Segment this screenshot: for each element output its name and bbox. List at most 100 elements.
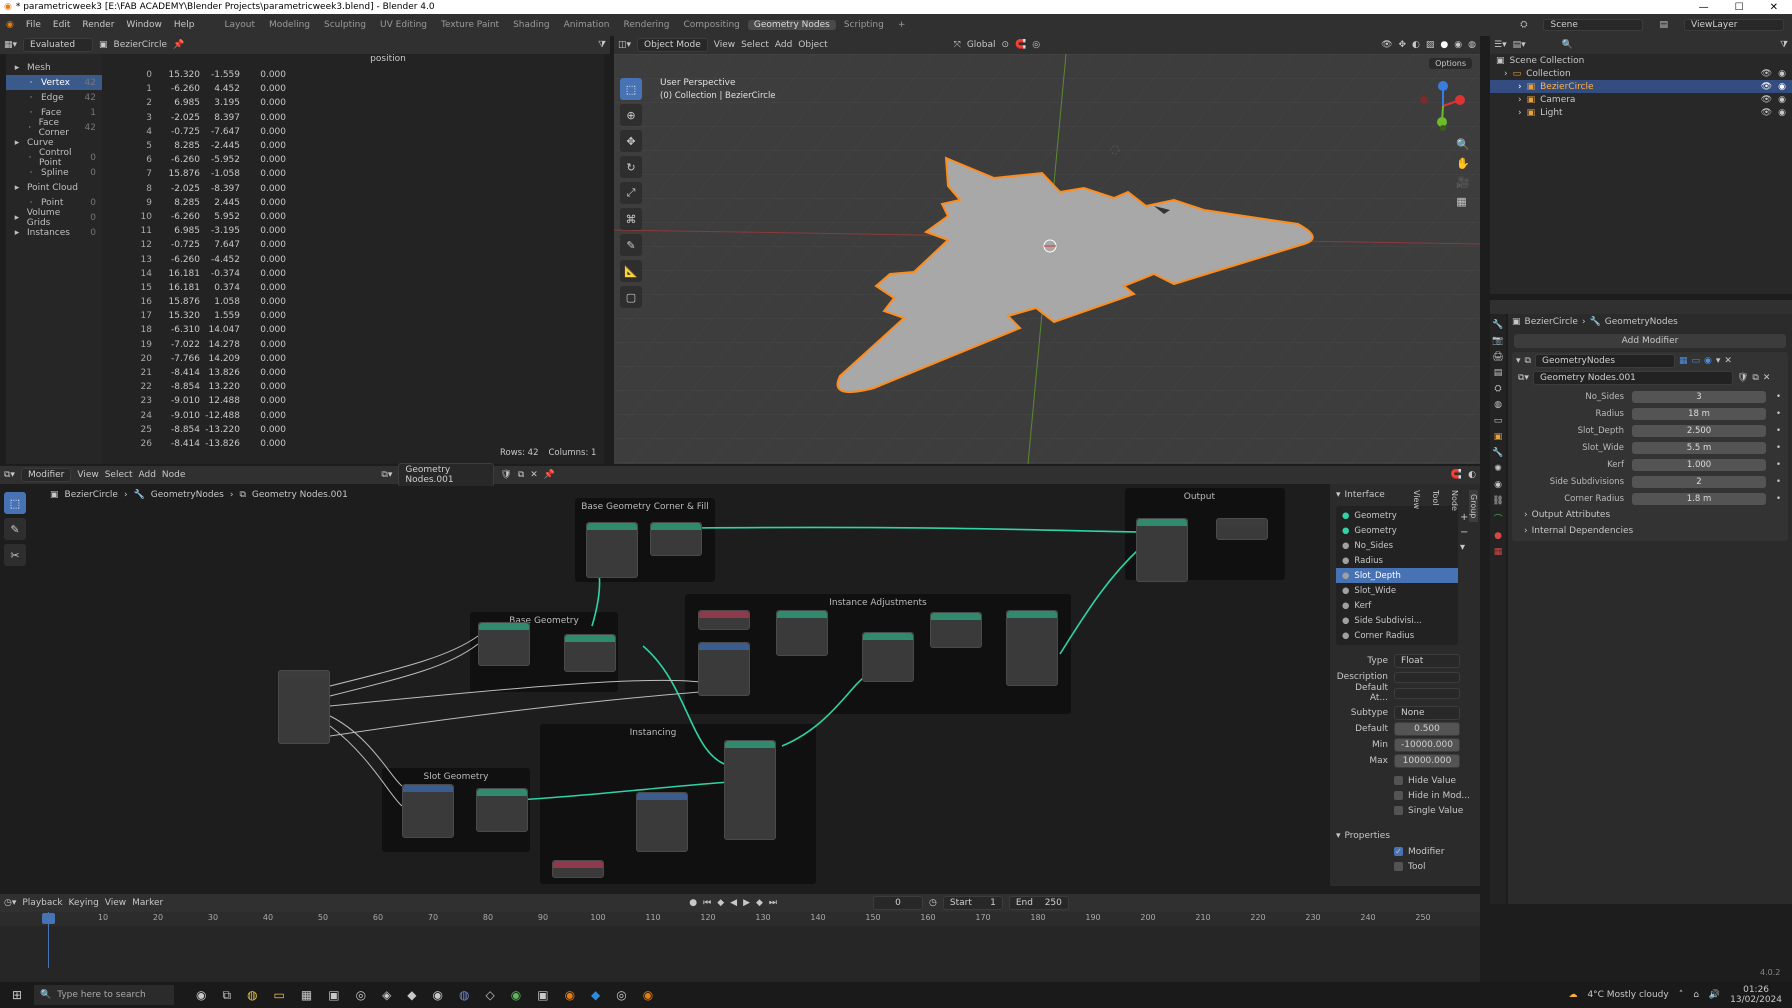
internal-dependencies-panel[interactable]: › Internal Dependencies bbox=[1514, 523, 1786, 539]
add-modifier-button[interactable]: Add Modifier bbox=[1514, 334, 1786, 348]
timeline-menu-view[interactable]: View bbox=[105, 898, 126, 908]
duplicate-icon[interactable]: ⧉ bbox=[518, 470, 524, 480]
node-vector-add[interactable] bbox=[698, 642, 750, 696]
minimize-icon[interactable]: — bbox=[1699, 2, 1709, 13]
checkbox-icon[interactable] bbox=[1394, 862, 1403, 871]
scene-tab-icon[interactable]: ⛭ bbox=[1494, 384, 1501, 394]
option-checkbox-row[interactable]: Single Value bbox=[1394, 803, 1474, 818]
shading-solid-icon[interactable]: ● bbox=[1440, 40, 1448, 50]
interface-socket-item[interactable]: ● Geometry bbox=[1336, 523, 1458, 538]
annotate-tool-icon[interactable]: ✎ bbox=[4, 518, 26, 540]
timeline-menu-playback[interactable]: Playback bbox=[22, 898, 62, 908]
timeline-menu-keying[interactable]: Keying bbox=[69, 898, 99, 908]
sidebar-tab-tool[interactable]: Tool bbox=[1431, 490, 1440, 522]
socket-type-dropdown[interactable]: Float bbox=[1394, 654, 1460, 668]
sidebar-tab-view[interactable]: View bbox=[1412, 490, 1421, 522]
add-cube-tool-icon[interactable]: ▢ bbox=[620, 286, 642, 308]
remove-socket-icon[interactable]: − bbox=[1460, 527, 1468, 538]
close-icon[interactable]: ✕ bbox=[1770, 2, 1778, 13]
modifier-input-field[interactable]: 1.000 bbox=[1632, 458, 1766, 471]
current-frame-field[interactable]: 0 bbox=[873, 896, 924, 910]
evaluation-mode-dropdown[interactable]: Evaluated bbox=[23, 38, 94, 52]
interface-socket-item[interactable]: ● Kerf bbox=[1336, 598, 1458, 613]
menu-render[interactable]: Render bbox=[76, 20, 120, 30]
xbox-icon[interactable]: ◉ bbox=[511, 988, 521, 1002]
interface-socket-item[interactable]: ● Radius bbox=[1336, 553, 1458, 568]
geometry-nodes-type-dropdown[interactable]: Modifier bbox=[20, 468, 72, 482]
tool-tab-icon[interactable]: 🔧 bbox=[1492, 320, 1503, 330]
modifier-menu-icon[interactable]: ▾ bbox=[1716, 356, 1721, 366]
play-icon[interactable]: ▶ bbox=[743, 898, 750, 908]
scene-selector[interactable]: Scene bbox=[1543, 19, 1644, 31]
menu-edit[interactable]: Edit bbox=[47, 20, 76, 30]
measure-tool-icon[interactable]: 📐 bbox=[620, 260, 642, 282]
node-mesh-boolean[interactable] bbox=[1136, 518, 1188, 582]
node-menu-select[interactable]: Select bbox=[105, 470, 133, 480]
steam-icon[interactable]: ◎ bbox=[356, 988, 366, 1002]
proportional-edit-icon[interactable]: ◎ bbox=[1032, 40, 1040, 50]
view-layer-tab-icon[interactable]: ▤ bbox=[1494, 368, 1503, 378]
viewport-menu-select[interactable]: Select bbox=[741, 40, 769, 50]
tab-compositing[interactable]: Compositing bbox=[677, 20, 745, 30]
tab-uv-editing[interactable]: UV Editing bbox=[374, 20, 433, 30]
network-icon[interactable]: ⌂ bbox=[1693, 990, 1699, 1000]
max-value-field[interactable]: 10000.000 bbox=[1394, 754, 1460, 768]
node-menu-add[interactable]: Add bbox=[138, 470, 155, 480]
tab-scripting[interactable]: Scripting bbox=[838, 20, 890, 30]
end-frame-field[interactable]: End 250 bbox=[1008, 896, 1069, 910]
tab-geometry-nodes[interactable]: Geometry Nodes bbox=[747, 20, 836, 30]
display-mode-icon[interactable]: ▤▾ bbox=[1513, 40, 1526, 50]
modifier-name-field[interactable]: GeometryNodes bbox=[1534, 354, 1675, 368]
default-attribute-field[interactable] bbox=[1394, 687, 1460, 699]
overlay-icon[interactable]: ◐ bbox=[1412, 40, 1420, 50]
outliner-item[interactable]: › ▣ Camera 👁 ◉ bbox=[1490, 93, 1792, 106]
rotate-tool-icon[interactable]: ↻ bbox=[620, 156, 642, 178]
pin-icon[interactable]: 📌 bbox=[173, 40, 184, 50]
navigation-gizmo[interactable] bbox=[1418, 78, 1468, 134]
editor-type-icon[interactable]: ▦▾ bbox=[4, 40, 17, 50]
app-icon[interactable]: ◉ bbox=[433, 988, 443, 1002]
editor-type-icon[interactable]: ⧉▾ bbox=[4, 470, 15, 480]
overlay-icon[interactable]: ◐ bbox=[1468, 470, 1476, 480]
edit-mode-toggle-icon[interactable]: ▦ bbox=[1679, 356, 1688, 366]
chrome-icon[interactable]: ◍ bbox=[247, 988, 257, 1002]
xray-icon[interactable]: ▨ bbox=[1426, 40, 1435, 50]
object-tab-icon[interactable]: ▣ bbox=[1494, 432, 1503, 442]
move-tool-icon[interactable]: ✥ bbox=[620, 130, 642, 152]
3d-viewport[interactable]: User Perspective (0) Collection | Bezier… bbox=[614, 54, 1480, 464]
snap-icon[interactable]: 🧲 bbox=[1015, 40, 1026, 50]
duplicate-icon[interactable]: ⧉ bbox=[1752, 373, 1758, 383]
render-tab-icon[interactable]: 📷 bbox=[1492, 336, 1503, 346]
domain-item[interactable]: · Edge 42 bbox=[6, 90, 102, 105]
file-explorer-icon[interactable]: ▭ bbox=[274, 988, 285, 1002]
maximize-icon[interactable]: ☐ bbox=[1735, 2, 1744, 13]
interface-socket-item[interactable]: ● Slot_Wide bbox=[1336, 583, 1458, 598]
description-field[interactable] bbox=[1394, 671, 1460, 683]
node-editor-canvas[interactable]: Base Geometry Corner & Fill Instance Adj… bbox=[30, 486, 1328, 886]
editor-type-icon[interactable]: ◫▾ bbox=[618, 40, 631, 50]
world-tab-icon[interactable]: ◍ bbox=[1494, 400, 1502, 410]
object-mode-dropdown[interactable]: Object Mode bbox=[637, 38, 708, 52]
keyframe-dot-icon[interactable]: • bbox=[1776, 494, 1781, 504]
vscode-icon[interactable]: ◆ bbox=[591, 988, 600, 1002]
render-camera-icon[interactable]: ◉ bbox=[1778, 95, 1786, 105]
ortho-grid-icon[interactable]: ▦ bbox=[1456, 195, 1470, 208]
app-icon[interactable]: ◇ bbox=[486, 988, 495, 1002]
keyframe-dot-icon[interactable]: • bbox=[1776, 409, 1781, 419]
visibility-eye-icon[interactable]: 👁 bbox=[1761, 69, 1772, 79]
snapping-icon[interactable]: 🧲 bbox=[1451, 470, 1462, 480]
modifier-input-field[interactable]: 2 bbox=[1632, 475, 1766, 488]
modifier-input-field[interactable]: 3 bbox=[1632, 390, 1766, 403]
domain-item[interactable]: · Spline 0 bbox=[6, 165, 102, 180]
pin-icon[interactable]: 📌 bbox=[544, 470, 555, 480]
tab-rendering[interactable]: Rendering bbox=[618, 20, 676, 30]
render-camera-icon[interactable]: ◉ bbox=[1778, 69, 1786, 79]
domain-item[interactable]: ▸ Mesh bbox=[6, 60, 102, 75]
cursor-tool-icon[interactable]: ⊕ bbox=[620, 104, 642, 126]
constraints-tab-icon[interactable]: ⛓ bbox=[1492, 496, 1503, 506]
checkbox-icon[interactable] bbox=[1394, 776, 1403, 785]
view-layer-selector[interactable]: ViewLayer bbox=[1684, 19, 1784, 31]
data-tab-icon[interactable]: ⌒ bbox=[1493, 512, 1502, 525]
material-tab-icon[interactable]: ● bbox=[1494, 531, 1502, 541]
copilot-icon[interactable]: ◉ bbox=[196, 988, 206, 1002]
